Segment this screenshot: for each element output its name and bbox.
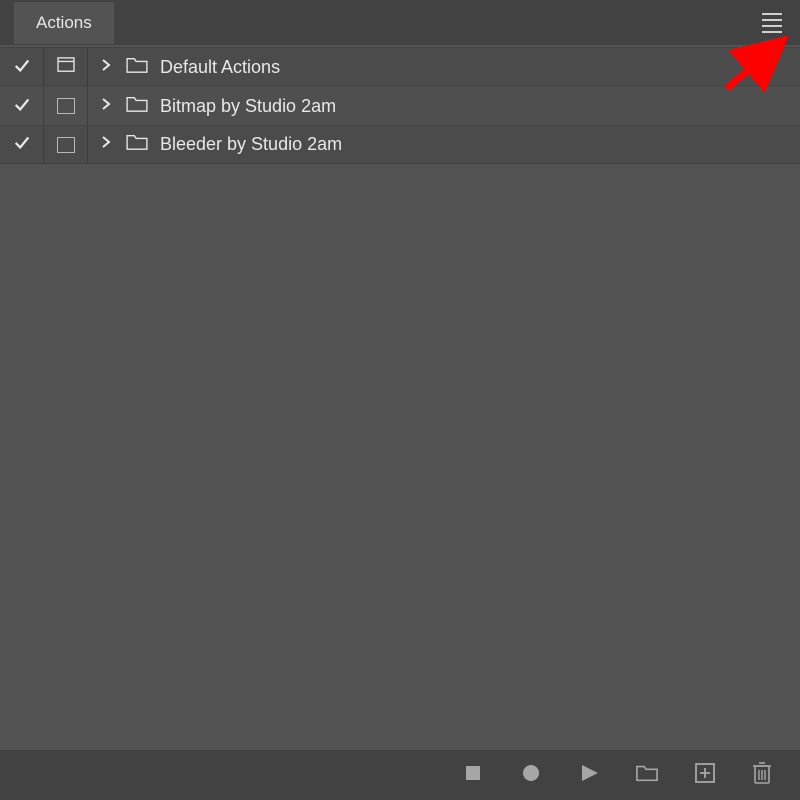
- toggle-enabled[interactable]: [0, 126, 44, 163]
- folder-icon: [126, 133, 148, 156]
- chevron-right-icon: [101, 135, 111, 154]
- panel-menu-button[interactable]: [758, 9, 786, 37]
- toggle-dialog[interactable]: [44, 87, 88, 125]
- folder-indicator: [120, 126, 154, 163]
- toggle-dialog[interactable]: [44, 126, 88, 163]
- new-set-button[interactable]: [636, 762, 658, 789]
- toggle-dialog[interactable]: [44, 48, 88, 86]
- panel-footer: [0, 750, 800, 800]
- record-icon: [520, 762, 542, 789]
- record-button[interactable]: [520, 762, 542, 789]
- panel-header: Actions: [0, 0, 800, 45]
- folder-indicator: [120, 48, 154, 86]
- expand-toggle[interactable]: [88, 87, 120, 125]
- check-icon: [13, 95, 31, 118]
- dialog-icon: [57, 57, 75, 78]
- folder-icon: [126, 56, 148, 79]
- new-icon: [694, 762, 716, 789]
- action-set-label: Bleeder by Studio 2am: [154, 134, 342, 155]
- play-button[interactable]: [578, 762, 600, 789]
- actions-list: Default Actions Bitmap by Studio 2am: [0, 45, 800, 164]
- dialog-empty-icon: [57, 137, 75, 153]
- action-set-label: Bitmap by Studio 2am: [154, 96, 336, 117]
- toggle-enabled[interactable]: [0, 87, 44, 125]
- trash-icon: [752, 761, 772, 790]
- expand-toggle[interactable]: [88, 48, 120, 86]
- folder-icon: [126, 95, 148, 118]
- check-icon: [13, 133, 31, 156]
- chevron-right-icon: [101, 58, 111, 77]
- new-action-button[interactable]: [694, 762, 716, 789]
- play-icon: [578, 762, 600, 789]
- dialog-empty-icon: [57, 98, 75, 114]
- actions-tab[interactable]: Actions: [14, 2, 114, 44]
- action-set-row[interactable]: Bitmap by Studio 2am: [0, 86, 800, 125]
- action-set-row[interactable]: Default Actions: [0, 47, 800, 86]
- check-icon: [13, 56, 31, 79]
- folder-indicator: [120, 87, 154, 125]
- stop-button[interactable]: [462, 762, 484, 789]
- stop-icon: [462, 762, 484, 789]
- action-set-row[interactable]: Bleeder by Studio 2am: [0, 125, 800, 164]
- folder-icon: [636, 762, 658, 789]
- action-set-label: Default Actions: [154, 57, 280, 78]
- expand-toggle[interactable]: [88, 126, 120, 163]
- delete-button[interactable]: [752, 761, 772, 790]
- toggle-enabled[interactable]: [0, 48, 44, 86]
- hamburger-icon: [762, 13, 782, 15]
- chevron-right-icon: [101, 97, 111, 116]
